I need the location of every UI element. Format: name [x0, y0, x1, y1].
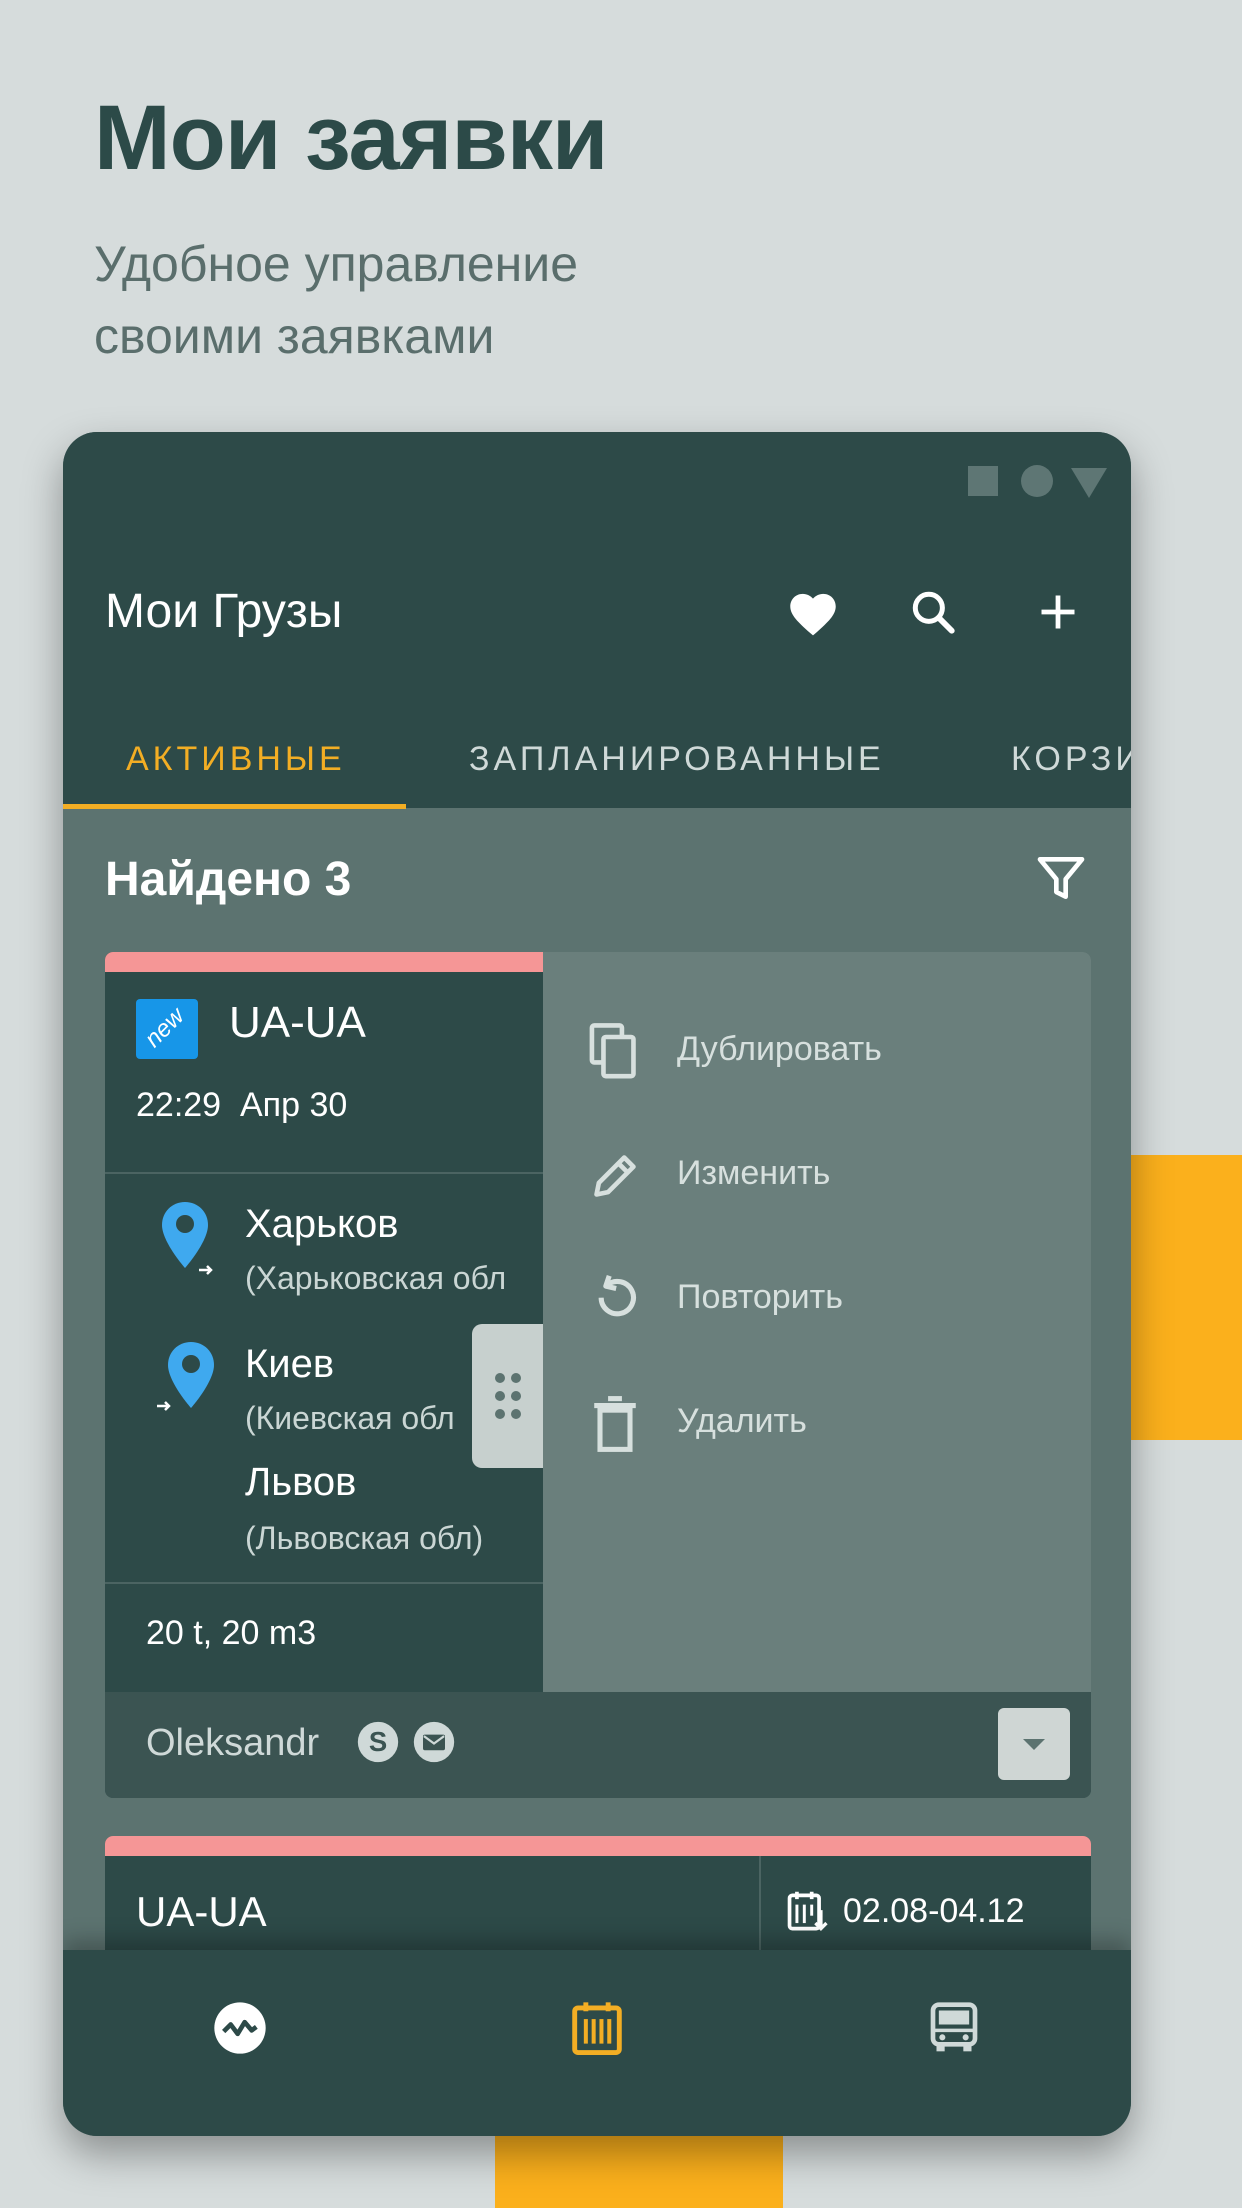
tab-active[interactable]: АКТИВНЫЕ	[126, 740, 346, 779]
cargo-details: 20 t, 20 m3	[146, 1614, 317, 1652]
calendar-icon	[787, 1891, 828, 1931]
nav-cargo-list[interactable]	[561, 1992, 633, 2064]
bottom-navigation	[63, 1950, 1131, 2136]
route-title: UA-UA	[136, 1888, 267, 1935]
divider	[105, 1582, 543, 1584]
card-time: 22:29	[136, 1086, 222, 1124]
cargo-card[interactable]: new UA-UA 22:29 Апр 30 Харьков (Харьковс…	[105, 952, 1091, 1798]
owner-name: Oleksandr	[146, 1722, 320, 1764]
point-city: Львов	[245, 1460, 357, 1504]
nav-trucks[interactable]	[918, 1992, 990, 2064]
card-timestamp: 22:29 Апр 30	[136, 1086, 347, 1125]
plus-icon[interactable]	[1028, 582, 1088, 642]
nav-activity[interactable]	[204, 1992, 276, 2064]
promo-subtitle-line1: Удобное управление	[94, 236, 579, 292]
repeat-icon	[598, 1274, 636, 1317]
tab-planned[interactable]: ЗАПЛАНИРОВАННЫЕ	[469, 740, 885, 779]
point-region: (Харьковская обл	[245, 1260, 507, 1296]
tab-indicator	[63, 804, 406, 809]
menu-item-delete[interactable]: Удалить	[543, 1372, 1091, 1472]
tab-bar: АКТИВНЫЕ ЗАПЛАНИРОВАННЫЕ КОРЗИ	[63, 722, 1131, 808]
activity-icon	[214, 2002, 266, 2054]
cargo-card-body: new UA-UA 22:29 Апр 30 Харьков (Харьковс…	[105, 952, 543, 1692]
route-title: UA-UA	[229, 998, 366, 1047]
app-title: Мои Грузы	[105, 585, 343, 638]
point-region: (Киевская обл	[245, 1400, 455, 1436]
pencil-icon	[594, 1155, 636, 1197]
divider	[105, 1172, 543, 1174]
expand-button[interactable]	[998, 1708, 1070, 1780]
tab-trash[interactable]: КОРЗИ	[1011, 740, 1131, 779]
phone-screen: Мои Грузы АКТИВНЫЕ ЗАПЛАНИРОВАННЫЕ КОРЗИ…	[63, 432, 1131, 2136]
card-context-menu: Дублировать Изменить Повторить Удалить	[543, 952, 1091, 1692]
menu-item-label: Удалить	[677, 1402, 807, 1440]
app-header: Мои Грузы АКТИВНЫЕ ЗАПЛАНИРОВАННЫЕ КОРЗИ	[63, 432, 1131, 809]
home-icon	[1021, 465, 1053, 497]
point-region: (Львовская обл)	[245, 1520, 484, 1556]
filter-icon[interactable]	[1033, 850, 1093, 910]
decorative-block-right	[1130, 1155, 1242, 1440]
menu-item-label: Повторить	[677, 1278, 843, 1316]
results-count: Найдено 3	[105, 853, 352, 906]
promo-title: Мои заявки	[94, 87, 608, 189]
promo-subtitle-line2: своими заявками	[94, 308, 495, 364]
card-date: Апр 30	[240, 1086, 348, 1124]
chevron-down-icon	[1023, 1739, 1045, 1750]
promo-subtitle: Удобное управление своими заявками	[94, 228, 894, 372]
point-city: Киев	[245, 1342, 335, 1386]
point-city: Харьков	[245, 1202, 399, 1246]
decorative-block-bottom	[495, 2130, 783, 2208]
menu-item-label: Изменить	[677, 1154, 831, 1192]
skype-icon[interactable]: S	[356, 1720, 400, 1764]
trash-icon	[594, 1396, 636, 1452]
drag-handle[interactable]	[472, 1324, 544, 1468]
menu-item-repeat[interactable]: Повторить	[543, 1248, 1091, 1348]
menu-item-label: Дублировать	[677, 1030, 882, 1068]
cargo-list-icon	[572, 2002, 622, 2055]
svg-text:S: S	[369, 1726, 387, 1757]
card-status-stripe	[105, 1836, 1091, 1856]
dropoff-pin-icon	[155, 1338, 221, 1418]
card-status-stripe	[105, 952, 543, 972]
email-icon[interactable]	[412, 1720, 456, 1764]
card-footer: Oleksandr S	[105, 1692, 1091, 1798]
card-date-range: 02.08-04.12	[843, 1892, 1025, 1930]
copy-icon	[589, 1023, 636, 1079]
truck-icon	[930, 2002, 978, 2052]
pickup-pin-icon	[155, 1198, 221, 1278]
heart-icon[interactable]	[783, 582, 843, 642]
menu-item-edit[interactable]: Изменить	[543, 1124, 1091, 1224]
recents-icon	[968, 466, 998, 496]
back-icon	[1071, 468, 1107, 498]
menu-item-duplicate[interactable]: Дублировать	[543, 1000, 1091, 1100]
new-badge: new	[136, 999, 198, 1059]
search-icon[interactable]	[903, 582, 963, 642]
